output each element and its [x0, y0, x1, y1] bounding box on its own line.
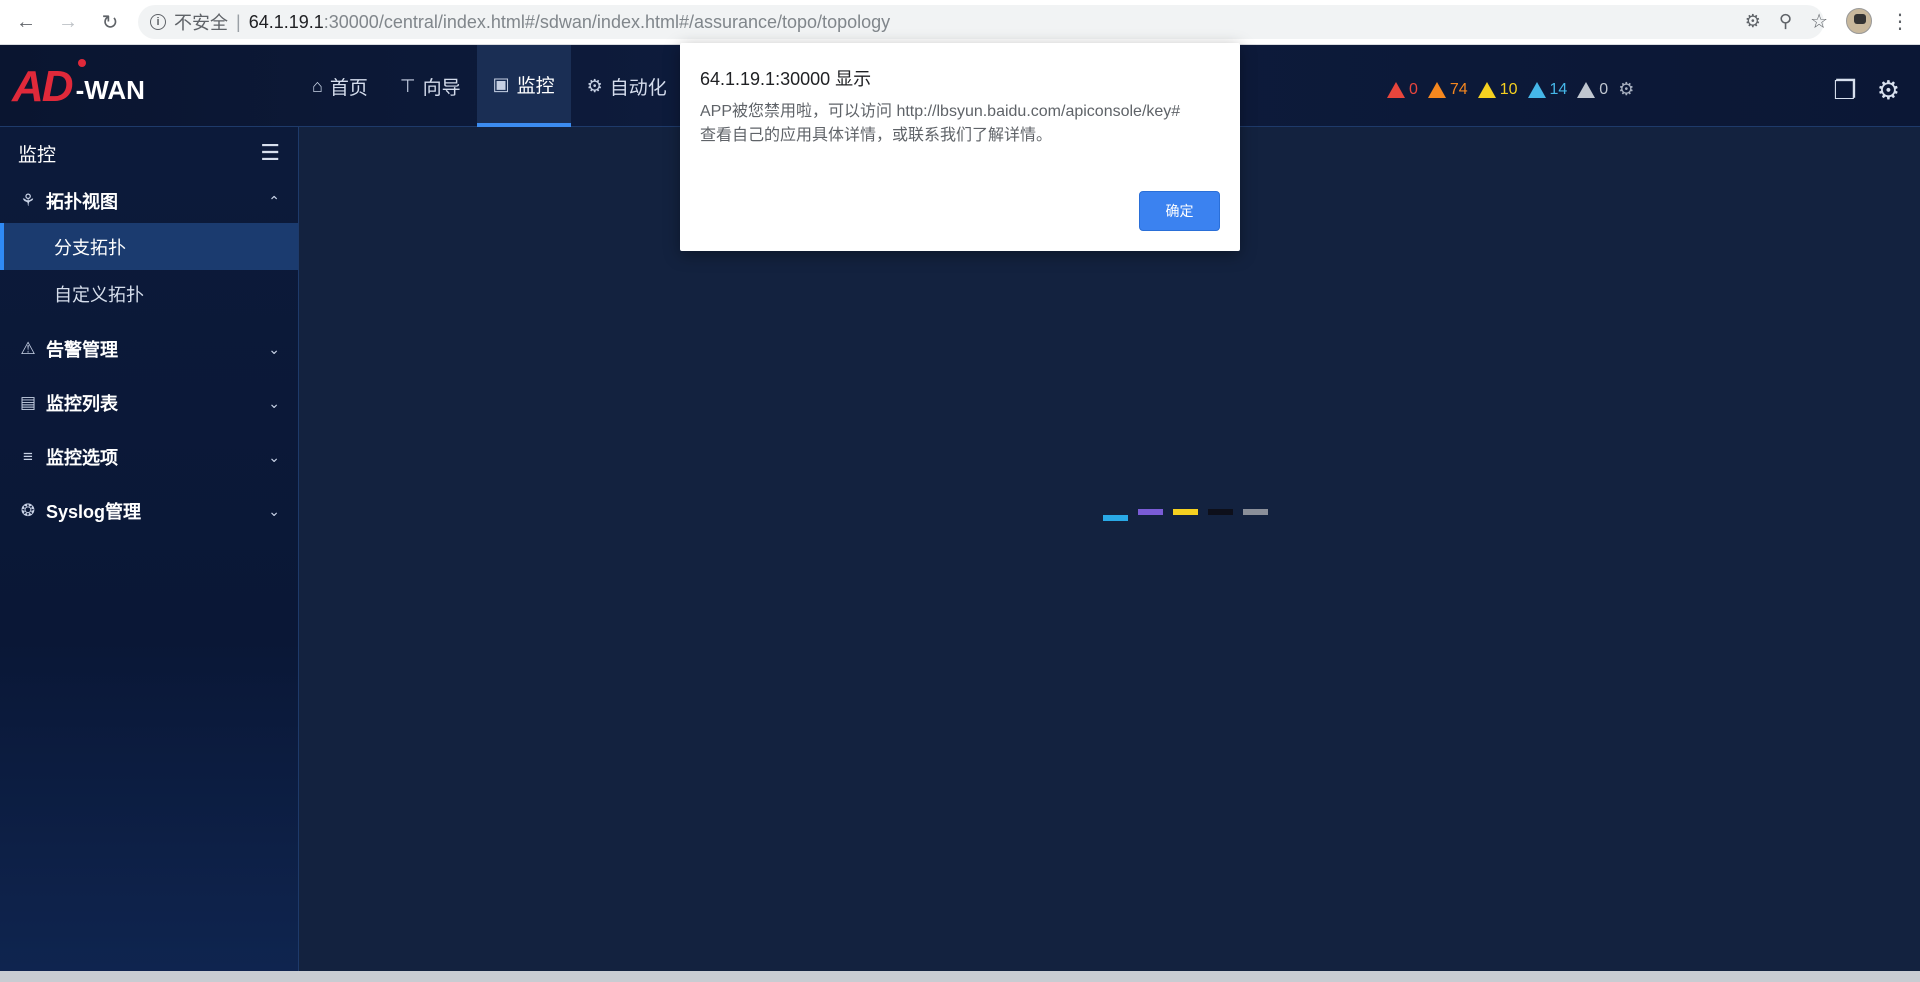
warning-icon	[1477, 81, 1496, 98]
warning-icon	[1427, 81, 1446, 98]
url-path: :30000/central/index.html#/sdwan/index.h…	[323, 11, 891, 32]
browser-menu-icon[interactable]: ⋮	[1890, 9, 1910, 34]
sidebar-title: 监控	[18, 144, 57, 166]
sidebar-group-alarm-label: 告警管理	[46, 340, 118, 360]
sidebar-group-monitor-list[interactable]: ▤ 监控列表 ⌄	[0, 381, 298, 425]
loader-bar	[1243, 509, 1268, 515]
back-icon[interactable]: ←	[12, 8, 40, 36]
header-actions: ❐ ⚙	[1833, 75, 1900, 106]
browser-actions: ⚙ ⚲ ☆ ⋮	[1745, 8, 1910, 34]
logo-ad: AD	[12, 62, 74, 111]
alarm-critical[interactable]: 0	[1387, 81, 1418, 99]
alert-dialog: 64.1.19.1:30000 显示 APP被您禁用啦，可以访问 http://…	[680, 43, 1240, 251]
sidebar-item-label: 分支拓扑	[54, 237, 126, 258]
browser-toolbar: ← → ↻ i 不安全 | 64.1.19.1 :30000/central/i…	[0, 0, 1920, 45]
document-icon[interactable]: ❐	[1833, 75, 1856, 106]
top-navigation: ⌂ 首页 ⊤ 向导 ▣ 监控 ⚙ 自动化	[296, 45, 683, 127]
alarm-warning-count: 14	[1549, 80, 1568, 98]
nav-monitor[interactable]: ▣ 监控	[476, 45, 571, 127]
chevron-down-icon: ⌄	[268, 502, 280, 519]
sidebar-header: 监控 ☰	[0, 127, 298, 179]
loader-bar	[1138, 509, 1163, 515]
list-icon: ▤	[19, 393, 37, 412]
chevron-down-icon: ⌄	[268, 340, 280, 357]
loader-bar	[1208, 509, 1233, 515]
sidebar-group-syslog-label: Syslog管理	[46, 502, 142, 522]
alarm-major-count: 74	[1449, 80, 1468, 98]
logo-dot	[78, 59, 86, 67]
sidebar-item-branch-topology[interactable]: 分支拓扑	[0, 223, 298, 270]
chevron-down-icon: ⌄	[268, 394, 280, 411]
info-icon[interactable]: i	[150, 14, 166, 30]
chevron-down-icon: ⌄	[268, 448, 280, 465]
main-content	[300, 127, 1920, 971]
warning-icon	[1577, 81, 1596, 98]
sidebar-group-monitor-options-label: 监控选项	[46, 448, 118, 468]
alarm-info-count: 0	[1599, 80, 1609, 98]
chevron-up-icon: ⌃	[268, 192, 280, 209]
guide-icon: ⊤	[399, 75, 416, 96]
automation-icon: ⚙	[586, 75, 603, 96]
dialog-message: APP被您禁用啦，可以访问 http://lbsyun.baidu.com/ap…	[700, 103, 1181, 144]
bookmark-star-icon[interactable]: ☆	[1810, 9, 1828, 34]
alarm-major[interactable]: 74	[1427, 80, 1468, 99]
monitor-icon: ▣	[492, 73, 510, 94]
loading-indicator	[1103, 509, 1268, 521]
dialog-title: 64.1.19.1:30000 显示	[700, 69, 872, 89]
alarm-minor-count: 10	[1499, 80, 1518, 98]
topology-icon: ⚘	[20, 191, 36, 210]
forward-icon[interactable]: →	[54, 8, 82, 36]
alarm-info[interactable]: 0	[1577, 81, 1608, 99]
nav-automation[interactable]: ⚙ 自动化	[571, 45, 683, 127]
logo-wan: -WAN	[75, 75, 145, 105]
alarm-settings-icon[interactable]: ⚙	[1618, 79, 1634, 100]
collapse-menu-icon[interactable]: ☰	[260, 140, 280, 166]
warning-icon	[1387, 81, 1405, 98]
alarm-minor[interactable]: 10	[1477, 80, 1518, 99]
alarm-critical-count: 0	[1409, 80, 1418, 98]
key-icon[interactable]: ⚲	[1779, 11, 1792, 32]
insecure-label: 不安全	[174, 13, 228, 33]
warning-icon	[1527, 81, 1546, 98]
sidebar-item-custom-topology[interactable]: 自定义拓扑	[0, 270, 298, 317]
url-host: 64.1.19.1	[248, 11, 324, 32]
alarm-icon: ⚠	[20, 339, 36, 358]
ok-button[interactable]: 确定	[1139, 191, 1220, 231]
nav-home[interactable]: ⌂ 首页	[296, 45, 384, 127]
nav-guide-label: 向导	[422, 77, 461, 99]
sidebar-group-monitor-options[interactable]: ≡ 监控选项 ⌄	[0, 435, 298, 479]
alarm-warning[interactable]: 14	[1527, 80, 1568, 99]
nav-monitor-label: 监控	[516, 75, 555, 97]
logo: AD -WAN	[12, 59, 145, 111]
sidebar: 监控 ☰ ⚘ 拓扑视图 ⌃ 分支拓扑 自定义拓扑 ⚠ 告警管理 ⌄ ▤ 监控列表…	[0, 127, 299, 982]
sidebar-group-topology[interactable]: ⚘ 拓扑视图 ⌃	[0, 179, 298, 223]
home-icon: ⌂	[312, 75, 323, 96]
nav-home-label: 首页	[329, 77, 368, 99]
loader-bar	[1173, 509, 1198, 515]
sidebar-group-alarm[interactable]: ⚠ 告警管理 ⌄	[0, 327, 298, 371]
blocked-content-icon[interactable]: ⚙	[1745, 11, 1761, 32]
sidebar-item-label: 自定义拓扑	[54, 284, 144, 305]
gear-icon[interactable]: ⚙	[1877, 75, 1900, 106]
syslog-icon: ❂	[20, 501, 36, 520]
profile-avatar[interactable]	[1846, 8, 1872, 34]
loader-bar	[1103, 515, 1128, 521]
nav-automation-label: 自动化	[609, 77, 667, 99]
nav-guide[interactable]: ⊤ 向导	[384, 45, 477, 127]
sidebar-group-syslog[interactable]: ❂ Syslog管理 ⌄	[0, 489, 298, 533]
options-icon: ≡	[23, 447, 33, 466]
bottom-scrollbar[interactable]	[0, 971, 1920, 982]
reload-icon[interactable]: ↻	[96, 8, 124, 36]
alarm-summary: 0 74 10 14 0 ⚙	[1387, 79, 1634, 100]
sidebar-group-topology-label: 拓扑视图	[46, 192, 118, 212]
url-separator: |	[236, 11, 241, 32]
address-bar[interactable]: i 不安全 | 64.1.19.1 :30000/central/index.h…	[138, 5, 1824, 39]
sidebar-group-monitor-list-label: 监控列表	[46, 394, 118, 414]
